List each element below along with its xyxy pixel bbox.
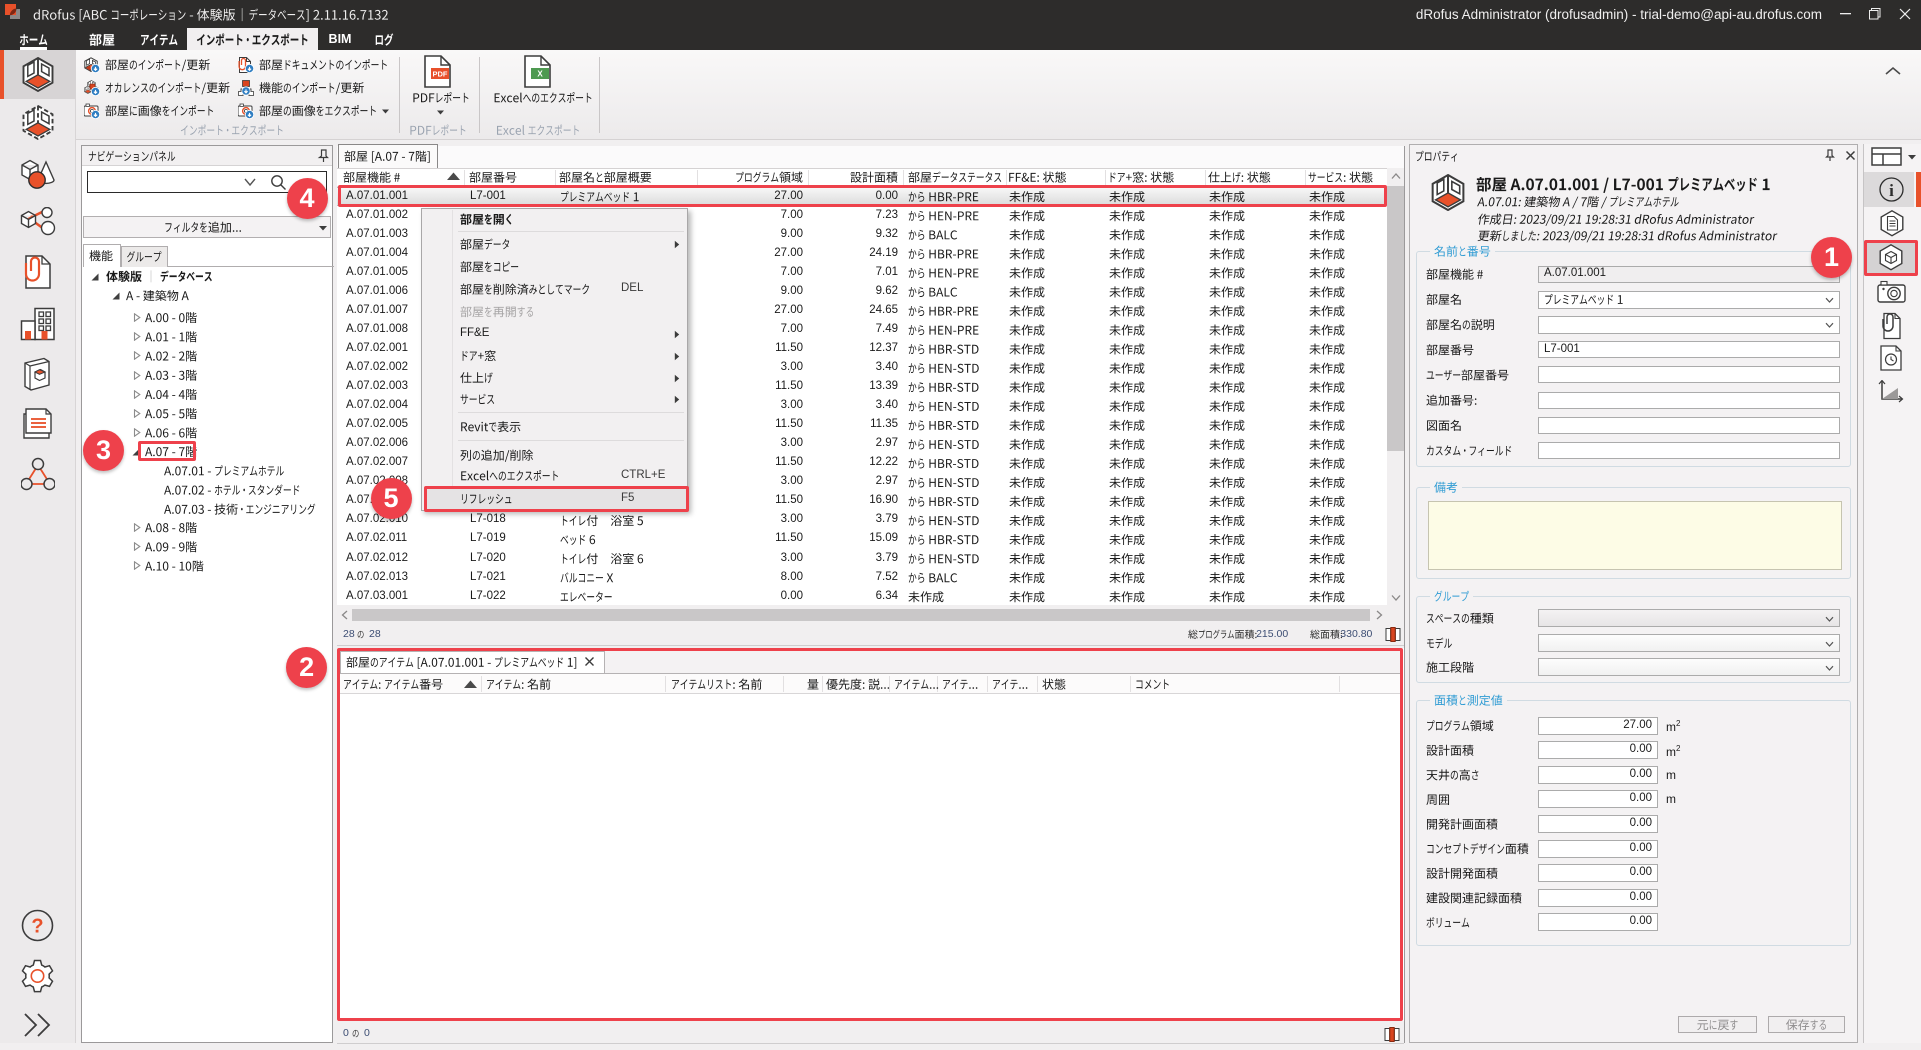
svg-text:X: X [537,70,543,79]
svg-text:?: ? [31,916,43,938]
svg-text:i: i [1889,181,1894,200]
svg-text:PDF: PDF [433,70,448,79]
